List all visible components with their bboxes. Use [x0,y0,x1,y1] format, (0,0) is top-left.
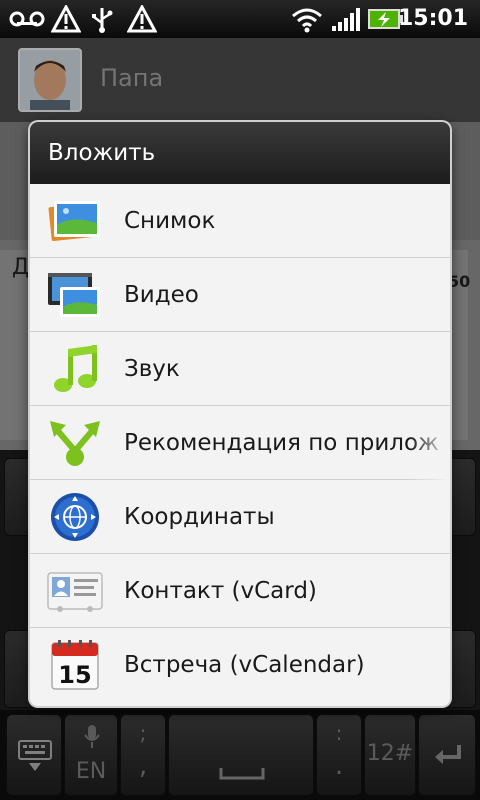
warning-icon [126,4,158,34]
signal-icon [330,4,362,34]
contact-card-icon [46,565,104,617]
picture-icon [46,195,104,247]
calendar-icon: 15 [46,639,104,691]
menu-item-app-recommendation[interactable]: Рекомендация по прилож [30,406,450,480]
voicemail-icon [8,4,46,34]
clock: 15:01 [397,6,468,31]
wifi-icon [290,4,324,34]
status-bar: 15:01 [0,0,480,38]
menu-item-label: Рекомендация по прилож [124,430,439,456]
menu-item-contact-vcard[interactable]: Контакт (vCard) [30,554,450,628]
menu-item-label: Контакт (vCard) [124,578,317,604]
menu-item-label: Видео [124,282,199,308]
menu-item-label: Снимок [124,208,216,234]
attach-menu: Снимок Видео Звук Рекомендация по прилож… [30,184,450,702]
menu-item-label: Звук [124,356,180,382]
menu-item-label: Встреча (vCalendar) [124,652,365,678]
location-globe-icon [46,491,104,543]
menu-item-picture[interactable]: Снимок [30,184,450,258]
menu-item-location[interactable]: Координаты [30,480,450,554]
dialog-title: Вложить [30,122,450,184]
video-icon [46,269,104,321]
text-fade [410,406,450,480]
music-note-icon [46,343,104,395]
share-app-icon [46,417,104,469]
menu-item-audio[interactable]: Звук [30,332,450,406]
warning-icon [50,4,82,34]
calendar-day-number: 15 [58,661,91,689]
attach-dialog: Вложить Снимок Видео Звук Рекомендация п… [30,122,450,706]
menu-item-label: Координаты [124,504,275,530]
usb-icon [88,4,116,34]
menu-item-calendar-event[interactable]: 15 Встреча (vCalendar) [30,628,450,702]
menu-item-video[interactable]: Видео [30,258,450,332]
